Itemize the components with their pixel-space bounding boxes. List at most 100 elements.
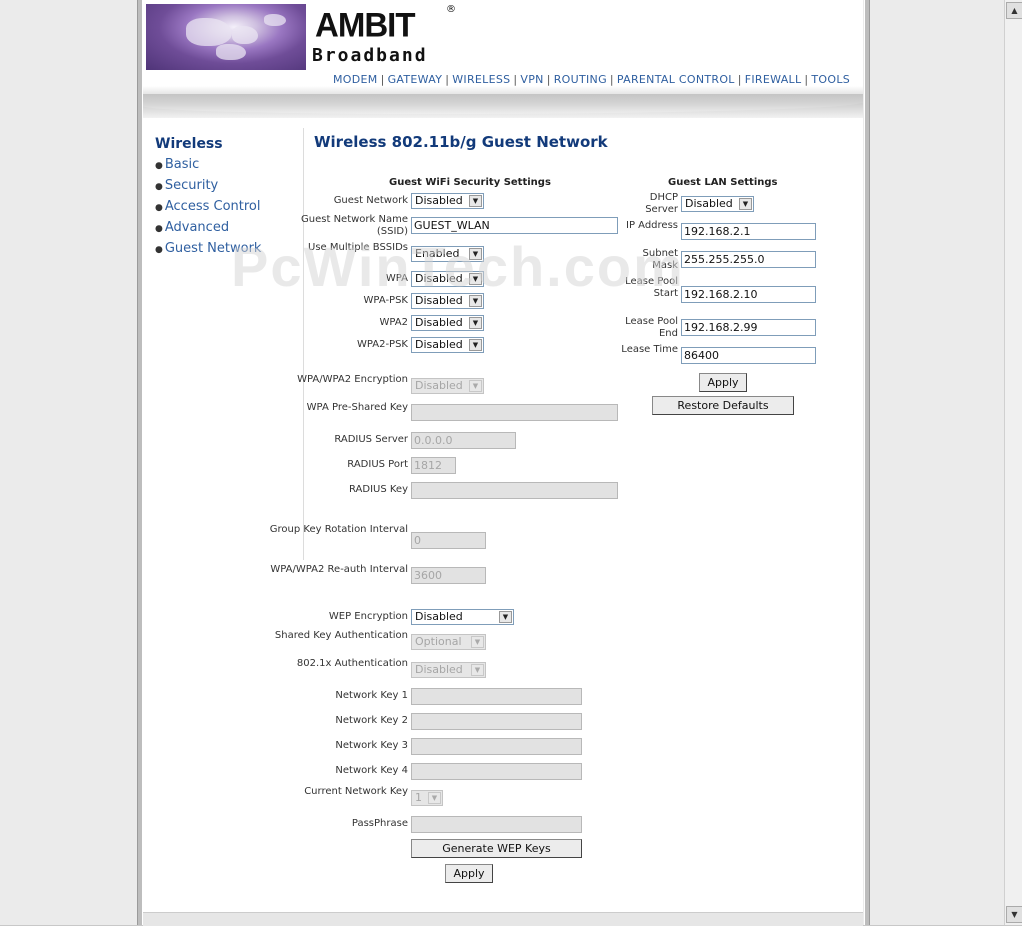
multiple-bssids-label: Use Multiple BSSIDs (308, 242, 408, 253)
wifi-apply-button[interactable]: Apply (445, 864, 493, 883)
nav-firewall[interactable]: FIREWALL (745, 73, 802, 86)
nav-parental-control[interactable]: PARENTAL CONTROL (617, 73, 735, 86)
restore-defaults-button[interactable]: Restore Defaults (652, 396, 794, 415)
wpa-psk-key-label: WPA Pre-Shared Key (306, 402, 408, 413)
chevron-down-icon: ▼ (469, 248, 482, 260)
network-key-3-label: Network Key 3 (335, 740, 408, 751)
dot1x-auth-select[interactable]: Disabled ▼ (411, 662, 486, 678)
sidebar-item-security[interactable]: ● Security (155, 178, 218, 193)
network-key-2-label: Network Key 2 (335, 715, 408, 726)
bullet-icon: ● (155, 224, 163, 234)
group-key-interval-input[interactable]: 0 (411, 532, 486, 549)
chevron-down-icon: ▼ (428, 792, 441, 804)
chevron-down-icon: ▼ (469, 295, 482, 307)
bullet-icon: ● (155, 182, 163, 192)
chevron-down-icon: ▼ (469, 380, 482, 392)
scroll-down-icon[interactable]: ▼ (1006, 906, 1022, 923)
wpa2-psk-select[interactable]: Disabled ▼ (411, 337, 484, 353)
sidebar-item-label: Basic (164, 157, 200, 172)
lease-time-label: Lease Time (621, 344, 678, 355)
ip-address-input[interactable]: 192.168.2.1 (681, 223, 816, 240)
nav-tools[interactable]: TOOLS (811, 73, 850, 86)
nav-routing[interactable]: ROUTING (554, 73, 607, 86)
radius-server-label: RADIUS Server (334, 434, 408, 445)
sidebar-item-access-control[interactable]: ● Access Control (155, 199, 261, 214)
wpa2-psk-label: WPA2-PSK (356, 339, 408, 350)
wep-encryption-select[interactable]: Disabled ▼ (411, 609, 514, 625)
dhcp-server-label: DHCP Server (645, 192, 678, 215)
reauth-interval-label: WPA/WPA2 Re-auth Interval (270, 564, 408, 575)
ssid-input[interactable]: GUEST_WLAN (411, 217, 618, 234)
radius-port-label: RADIUS Port (347, 459, 408, 470)
wpa-encryption-select[interactable]: Disabled ▼ (411, 378, 484, 394)
nav-vpn[interactable]: VPN (520, 73, 543, 86)
sidebar-title: Wireless (155, 136, 223, 152)
reauth-interval-input[interactable]: 3600 (411, 567, 486, 584)
nav-modem[interactable]: MODEM (333, 73, 378, 86)
router-page: AMBIT ® Broadband MODEM | GATEWAY | WIRELESS… (143, 0, 863, 912)
dot1x-auth-label: 802.1x Authentication (296, 658, 408, 669)
page-footer (143, 912, 863, 926)
nav-wireless[interactable]: WIRELESS (452, 73, 510, 86)
chevron-down-icon: ▼ (469, 273, 482, 285)
sidebar-item-label: Advanced (164, 220, 230, 235)
lease-pool-end-input[interactable]: 192.168.2.99 (681, 319, 816, 336)
network-key-1-label: Network Key 1 (335, 690, 408, 701)
ambit-logo: AMBIT (315, 5, 415, 44)
lan-apply-button[interactable]: Apply (699, 373, 747, 392)
chevron-down-icon: ▼ (471, 664, 484, 676)
passphrase-input[interactable] (411, 816, 582, 833)
broadband-logo-text: Broadband (312, 45, 428, 66)
lease-pool-end-label: Lease Pool End (625, 316, 678, 339)
page-border-right (864, 0, 870, 925)
wpa-psk-label: WPA-PSK (363, 295, 408, 306)
bullet-icon: ● (155, 203, 163, 213)
lan-section-title: Guest LAN Settings (668, 177, 778, 188)
multiple-bssids-select[interactable]: Enabled ▼ (411, 246, 484, 262)
wifi-section-title: Guest WiFi Security Settings (389, 177, 551, 188)
subnet-mask-label: Subnet Mask (642, 248, 678, 271)
network-key-4-input[interactable] (411, 763, 582, 780)
passphrase-label: PassPhrase (351, 818, 408, 829)
lease-pool-start-input[interactable]: 192.168.2.10 (681, 286, 816, 303)
wpa-encryption-label: WPA/WPA2 Encryption (297, 374, 408, 385)
ip-address-label: IP Address (626, 220, 678, 231)
lease-time-input[interactable]: 86400 (681, 347, 816, 364)
chevron-down-icon: ▼ (471, 636, 484, 648)
sidebar-item-advanced[interactable]: ● Advanced (155, 220, 229, 235)
network-key-2-input[interactable] (411, 713, 582, 730)
wpa-psk-select[interactable]: Disabled ▼ (411, 293, 484, 309)
generate-wep-keys-button[interactable]: Generate WEP Keys (411, 839, 582, 858)
wpa-select[interactable]: Disabled ▼ (411, 271, 484, 287)
current-network-key-label: Current Network Key (304, 786, 408, 797)
sidebar-item-label: Security (164, 178, 219, 193)
nav-gateway[interactable]: GATEWAY (388, 73, 443, 86)
wpa2-select[interactable]: Disabled ▼ (411, 315, 484, 331)
sidebar-item-label: Access Control (164, 199, 261, 214)
registered-mark: ® (446, 4, 456, 15)
sidebar-item-guest-network[interactable]: ● Guest Network (155, 241, 261, 256)
radius-key-input[interactable] (411, 482, 618, 499)
sidebar-item-label: Guest Network (164, 241, 262, 256)
chevron-down-icon: ▼ (469, 339, 482, 351)
guest-network-select[interactable]: Disabled ▼ (411, 193, 484, 209)
bullet-icon: ● (155, 245, 163, 255)
chevron-down-icon: ▼ (469, 195, 482, 207)
lease-pool-start-label: Lease Pool Start (625, 276, 678, 299)
subnet-mask-input[interactable]: 255.255.255.0 (681, 251, 816, 268)
radius-key-label: RADIUS Key (348, 484, 408, 495)
shared-key-auth-select[interactable]: Optional ▼ (411, 634, 486, 650)
globe-header-image (146, 4, 306, 70)
sidebar-item-basic[interactable]: ● Basic (155, 157, 199, 172)
radius-port-input[interactable]: 1812 (411, 457, 456, 474)
network-key-3-input[interactable] (411, 738, 582, 755)
dhcp-server-select[interactable]: Disabled ▼ (681, 196, 754, 212)
wpa-psk-key-input[interactable] (411, 404, 618, 421)
radius-server-input[interactable]: 0.0.0.0 (411, 432, 516, 449)
vertical-scrollbar[interactable]: ▲ ▼ (1004, 0, 1022, 925)
current-network-key-select[interactable]: 1 ▼ (411, 790, 443, 806)
network-key-4-label: Network Key 4 (335, 765, 408, 776)
network-key-1-input[interactable] (411, 688, 582, 705)
wpa-label: WPA (385, 273, 408, 284)
scroll-up-icon[interactable]: ▲ (1006, 2, 1022, 19)
